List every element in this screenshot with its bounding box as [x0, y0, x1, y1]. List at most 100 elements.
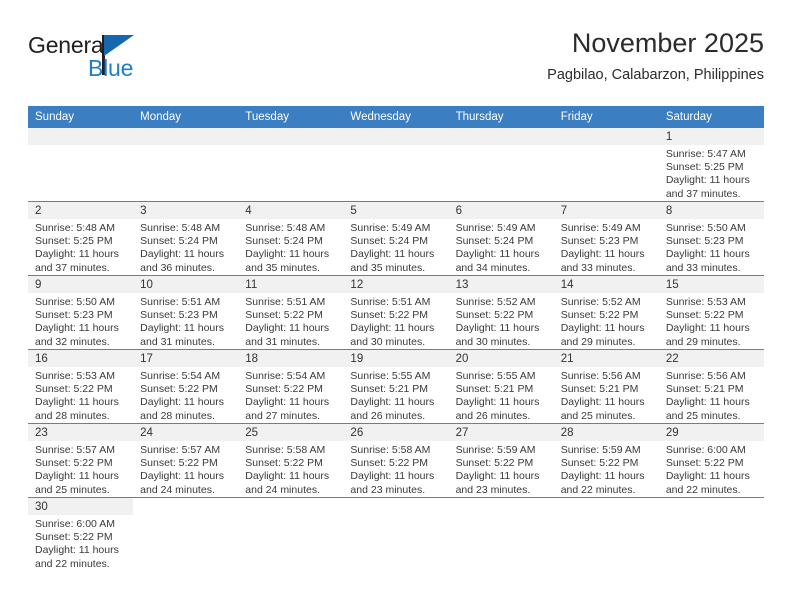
daylight-text: Daylight: 11 hours and 30 minutes.	[350, 322, 435, 348]
sunset-text: Sunset: 5:22 PM	[140, 457, 218, 470]
day-details: Sunrise: 5:49 AM Sunset: 5:24 PM Daylight:…	[343, 219, 448, 275]
daylight-text: Daylight: 11 hours and 30 minutes.	[455, 322, 540, 348]
day-number: 10	[133, 276, 239, 293]
day-details: Sunrise: 5:47 AM Sunset: 5:25 PM Daylight:…	[659, 145, 764, 201]
calendar-day-cell[interactable]: 15 Sunrise: 5:53 AM Sunset: 5:22 PM Dayligh…	[658, 275, 764, 350]
calendar-empty-cell	[553, 497, 659, 571]
sunrise-text: Sunrise: 5:53 AM	[665, 296, 746, 308]
calendar-day-cell[interactable]: 30 Sunrise: 6:00 AM Sunset: 5:22 PM Dayligh…	[28, 497, 134, 571]
calendar-day-cell[interactable]: 19 Sunrise: 5:55 AM Sunset: 5:21 PM Dayligh…	[343, 349, 449, 424]
calendar-day-cell[interactable]: 3 Sunrise: 5:48 AM Sunset: 5:24 PM Daylight…	[133, 201, 239, 276]
day-details: Sunrise: 5:52 AM Sunset: 5:22 PM Daylight:…	[449, 293, 554, 349]
weekday-header-monday: Monday	[133, 106, 239, 128]
daylight-text: Daylight: 11 hours and 37 minutes.	[35, 248, 119, 274]
sunset-text: Sunset: 5:22 PM	[245, 383, 323, 396]
calendar-day-cell[interactable]: 6 Sunrise: 5:49 AM Sunset: 5:24 PM Daylight…	[448, 201, 554, 276]
page-header: General Blue November 2025 Pagbilao, Cal…	[28, 26, 764, 98]
sunrise-text: Sunrise: 5:53 AM	[35, 370, 115, 382]
calendar-day-cell[interactable]: 16 Sunrise: 5:53 AM Sunset: 5:22 PM Dayligh…	[28, 349, 134, 424]
weekday-header-tuesday: Tuesday	[238, 106, 344, 128]
day-number: 19	[343, 350, 449, 367]
day-details: Sunrise: 5:48 AM Sunset: 5:25 PM Daylight:…	[28, 219, 133, 275]
calendar-day-cell[interactable]: 26 Sunrise: 5:58 AM Sunset: 5:22 PM Dayligh…	[343, 423, 449, 498]
sunset-text: Sunset: 5:24 PM	[245, 235, 323, 248]
day-number: 30	[28, 498, 134, 515]
day-details: Sunrise: 5:57 AM Sunset: 5:22 PM Daylight:…	[28, 441, 133, 497]
day-details: Sunrise: 5:50 AM Sunset: 5:23 PM Daylight:…	[659, 219, 764, 275]
calendar-day-cell[interactable]: 1 Sunrise: 5:47 AM Sunset: 5:25 PM Daylight…	[658, 128, 764, 202]
calendar-day-cell[interactable]: 13 Sunrise: 5:52 AM Sunset: 5:22 PM Dayligh…	[448, 275, 554, 350]
day-number: 2	[28, 202, 134, 219]
logo-text-blue: Blue	[88, 55, 134, 81]
calendar-empty-cell	[448, 497, 554, 571]
calendar-day-cell[interactable]: 8 Sunrise: 5:50 AM Sunset: 5:23 PM Daylight…	[658, 201, 764, 276]
day-number: 15	[658, 276, 764, 293]
daylight-text: Daylight: 11 hours and 29 minutes.	[560, 322, 645, 348]
sunset-text: Sunset: 5:21 PM	[455, 383, 534, 396]
day-number: 13	[448, 276, 554, 293]
calendar-day-cell[interactable]: 2 Sunrise: 5:48 AM Sunset: 5:25 PM Daylight…	[28, 201, 134, 276]
logo-triangle-icon	[104, 35, 134, 56]
calendar-day-cell[interactable]: 27 Sunrise: 5:59 AM Sunset: 5:22 PM Dayligh…	[448, 423, 554, 498]
general-blue-logo[interactable]: General Blue	[28, 32, 208, 88]
day-number: 24	[133, 424, 239, 441]
daylight-text: Daylight: 11 hours and 22 minutes.	[35, 544, 119, 570]
calendar-day-cell[interactable]: 10 Sunrise: 5:51 AM Sunset: 5:23 PM Dayligh…	[133, 275, 239, 350]
day-details: Sunrise: 5:58 AM Sunset: 5:22 PM Daylight:…	[238, 441, 343, 497]
day-number: 29	[658, 424, 764, 441]
calendar-day-cell[interactable]: 28 Sunrise: 5:59 AM Sunset: 5:22 PM Dayligh…	[553, 423, 659, 498]
sunrise-text: Sunrise: 5:51 AM	[350, 296, 431, 308]
sunset-text: Sunset: 5:23 PM	[665, 235, 744, 248]
daylight-text: Daylight: 11 hours and 26 minutes.	[455, 396, 540, 422]
daylight-text: Daylight: 11 hours and 29 minutes.	[665, 322, 750, 348]
day-number	[448, 128, 554, 145]
day-details: Sunrise: 5:55 AM Sunset: 5:21 PM Daylight:…	[343, 367, 448, 423]
calendar-day-cell[interactable]: 14 Sunrise: 5:52 AM Sunset: 5:22 PM Dayligh…	[553, 275, 659, 350]
calendar-day-cell[interactable]: 18 Sunrise: 5:54 AM Sunset: 5:22 PM Dayligh…	[238, 349, 344, 424]
day-number	[343, 128, 449, 145]
page-subtitle: Pagbilao, Calabarzon, Philippines	[547, 67, 764, 83]
sunrise-text: Sunrise: 5:51 AM	[245, 296, 326, 308]
calendar-day-cell[interactable]: 4 Sunrise: 5:48 AM Sunset: 5:24 PM Daylight…	[238, 201, 344, 276]
sunset-text: Sunset: 5:21 PM	[350, 383, 429, 396]
calendar-day-cell[interactable]: 22 Sunrise: 5:56 AM Sunset: 5:21 PM Dayligh…	[658, 349, 764, 424]
sunrise-text: Sunrise: 5:50 AM	[665, 222, 746, 234]
sunrise-text: Sunrise: 5:56 AM	[560, 370, 641, 382]
title-block: November 2025 Pagbilao, Calabarzon, Phil…	[547, 26, 764, 86]
calendar-day-cell[interactable]: 21 Sunrise: 5:56 AM Sunset: 5:21 PM Dayligh…	[553, 349, 659, 424]
calendar-day-cell[interactable]: 29 Sunrise: 6:00 AM Sunset: 5:22 PM Dayligh…	[658, 423, 764, 498]
calendar-grid: Sunday Monday Tuesday Wednesday Thursday…	[28, 106, 764, 571]
calendar-day-cell[interactable]: 17 Sunrise: 5:54 AM Sunset: 5:22 PM Dayligh…	[133, 349, 239, 424]
sunrise-text: Sunrise: 5:47 AM	[665, 148, 746, 160]
calendar-day-cell[interactable]: 24 Sunrise: 5:57 AM Sunset: 5:22 PM Dayligh…	[133, 423, 239, 498]
sunrise-text: Sunrise: 5:50 AM	[35, 296, 115, 308]
weekday-header-friday: Friday	[553, 106, 659, 128]
day-details: Sunrise: 5:58 AM Sunset: 5:22 PM Daylight:…	[343, 441, 448, 497]
calendar-day-cell[interactable]: 25 Sunrise: 5:58 AM Sunset: 5:22 PM Dayligh…	[238, 423, 344, 498]
daylight-text: Daylight: 11 hours and 22 minutes.	[665, 470, 750, 496]
day-number: 26	[343, 424, 449, 441]
calendar-week-row: 9 Sunrise: 5:50 AM Sunset: 5:23 PM Daylight…	[28, 275, 764, 350]
weekday-header-sunday: Sunday	[28, 106, 134, 128]
calendar-day-cell[interactable]: 20 Sunrise: 5:55 AM Sunset: 5:21 PM Dayligh…	[448, 349, 554, 424]
day-number: 7	[553, 202, 659, 219]
day-number: 25	[238, 424, 344, 441]
calendar-day-cell[interactable]: 9 Sunrise: 5:50 AM Sunset: 5:23 PM Daylight…	[28, 275, 134, 350]
day-details: Sunrise: 5:53 AM Sunset: 5:22 PM Daylight:…	[659, 293, 764, 349]
calendar-day-cell[interactable]: 7 Sunrise: 5:49 AM Sunset: 5:23 PM Daylight…	[553, 201, 659, 276]
calendar-day-cell[interactable]: 12 Sunrise: 5:51 AM Sunset: 5:22 PM Dayligh…	[343, 275, 449, 350]
calendar-week-row: 30 Sunrise: 6:00 AM Sunset: 5:22 PM Dayligh…	[28, 497, 764, 571]
sunrise-text: Sunrise: 5:48 AM	[35, 222, 115, 234]
calendar-day-cell[interactable]: 23 Sunrise: 5:57 AM Sunset: 5:22 PM Dayligh…	[28, 423, 134, 498]
calendar-day-cell[interactable]: 5 Sunrise: 5:49 AM Sunset: 5:24 PM Daylight…	[343, 201, 449, 276]
day-number: 20	[448, 350, 554, 367]
day-number: 17	[133, 350, 239, 367]
calendar-day-cell[interactable]: 11 Sunrise: 5:51 AM Sunset: 5:22 PM Dayligh…	[238, 275, 344, 350]
calendar-empty-cell	[133, 497, 239, 571]
day-details: Sunrise: 5:56 AM Sunset: 5:21 PM Daylight:…	[659, 367, 764, 423]
day-details: Sunrise: 5:52 AM Sunset: 5:22 PM Daylight:…	[554, 293, 659, 349]
weekday-header-saturday: Saturday	[658, 106, 764, 128]
sunrise-text: Sunrise: 5:56 AM	[665, 370, 746, 382]
day-number: 3	[133, 202, 239, 219]
sunset-text: Sunset: 5:22 PM	[665, 309, 744, 322]
